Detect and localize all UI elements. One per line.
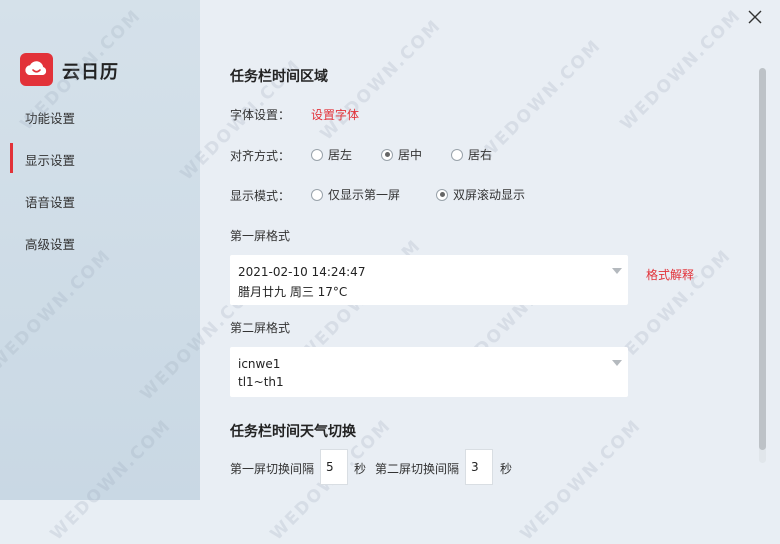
format-help-link[interactable]: 格式解释 [646, 266, 694, 283]
display-first-screen-only-radio[interactable]: 仅显示第一屏 [311, 186, 400, 203]
seconds-unit-1: 秒 [354, 462, 367, 476]
nav-item-display-settings[interactable]: 显示设置 [25, 150, 75, 169]
chevron-down-icon [612, 360, 622, 366]
screen2-format-line1: icnwe1 [238, 357, 281, 371]
screen1-format-select[interactable]: 2021-02-10 14:24:47 腊月廿九 周三 17°C [230, 255, 628, 305]
radio-circle-selected [436, 188, 448, 201]
screen2-format-label: 第二屏格式 [230, 321, 291, 335]
nav-item-voice-settings[interactable]: 语音设置 [25, 192, 75, 211]
radio-circle [311, 148, 323, 161]
screen1-format-line1: 2021-02-10 14:24:47 [238, 265, 366, 279]
radio-label: 居左 [328, 148, 353, 162]
screen1-interval-input[interactable] [320, 449, 348, 485]
radio-label: 双屏滚动显示 [453, 188, 526, 202]
nav-item-advanced-settings[interactable]: 高级设置 [25, 234, 75, 253]
set-font-link[interactable]: 设置字体 [311, 106, 359, 123]
display-dual-scroll-radio[interactable]: 双屏滚动显示 [436, 186, 525, 203]
radio-label: 仅显示第一屏 [328, 188, 401, 202]
radio-label: 居右 [468, 148, 493, 162]
align-center-radio[interactable]: 居中 [381, 146, 422, 163]
radio-label: 居中 [398, 148, 423, 162]
app-logo-icon [20, 53, 53, 86]
radio-circle [311, 188, 323, 201]
sidebar: 云日历 功能设置 显示设置 语音设置 高级设置 [0, 0, 200, 500]
align-left-radio[interactable]: 居左 [311, 146, 352, 163]
nav-active-indicator [10, 143, 13, 173]
scrollbar-thumb[interactable] [759, 68, 766, 450]
screen2-format-line2: tl1~th1 [238, 375, 284, 389]
chevron-down-icon [612, 268, 622, 274]
screen1-interval-label: 第一屏切换间隔 [230, 462, 315, 476]
align-label: 对齐方式： [230, 149, 291, 163]
section-title-weather-switch: 任务栏时间天气切换 [230, 424, 356, 440]
font-setting-label: 字体设置： [230, 108, 291, 122]
screen2-interval-label: 第二屏切换间隔 [375, 462, 460, 476]
radio-circle-selected [381, 148, 393, 161]
nav-item-function-settings[interactable]: 功能设置 [25, 108, 75, 127]
display-mode-label: 显示模式： [230, 189, 291, 203]
section-title-taskbar-time: 任务栏时间区域 [230, 69, 328, 85]
screen1-format-line2: 腊月廿九 周三 17°C [238, 285, 348, 299]
app-name: 云日历 [62, 62, 119, 83]
radio-circle [451, 148, 463, 161]
screen2-interval-input[interactable] [465, 449, 493, 485]
close-icon[interactable] [745, 7, 765, 27]
seconds-unit-2: 秒 [500, 462, 513, 476]
screen1-format-label: 第一屏格式 [230, 229, 291, 243]
screen2-format-select[interactable]: icnwe1 tl1~th1 [230, 347, 628, 397]
align-right-radio[interactable]: 居右 [451, 146, 492, 163]
